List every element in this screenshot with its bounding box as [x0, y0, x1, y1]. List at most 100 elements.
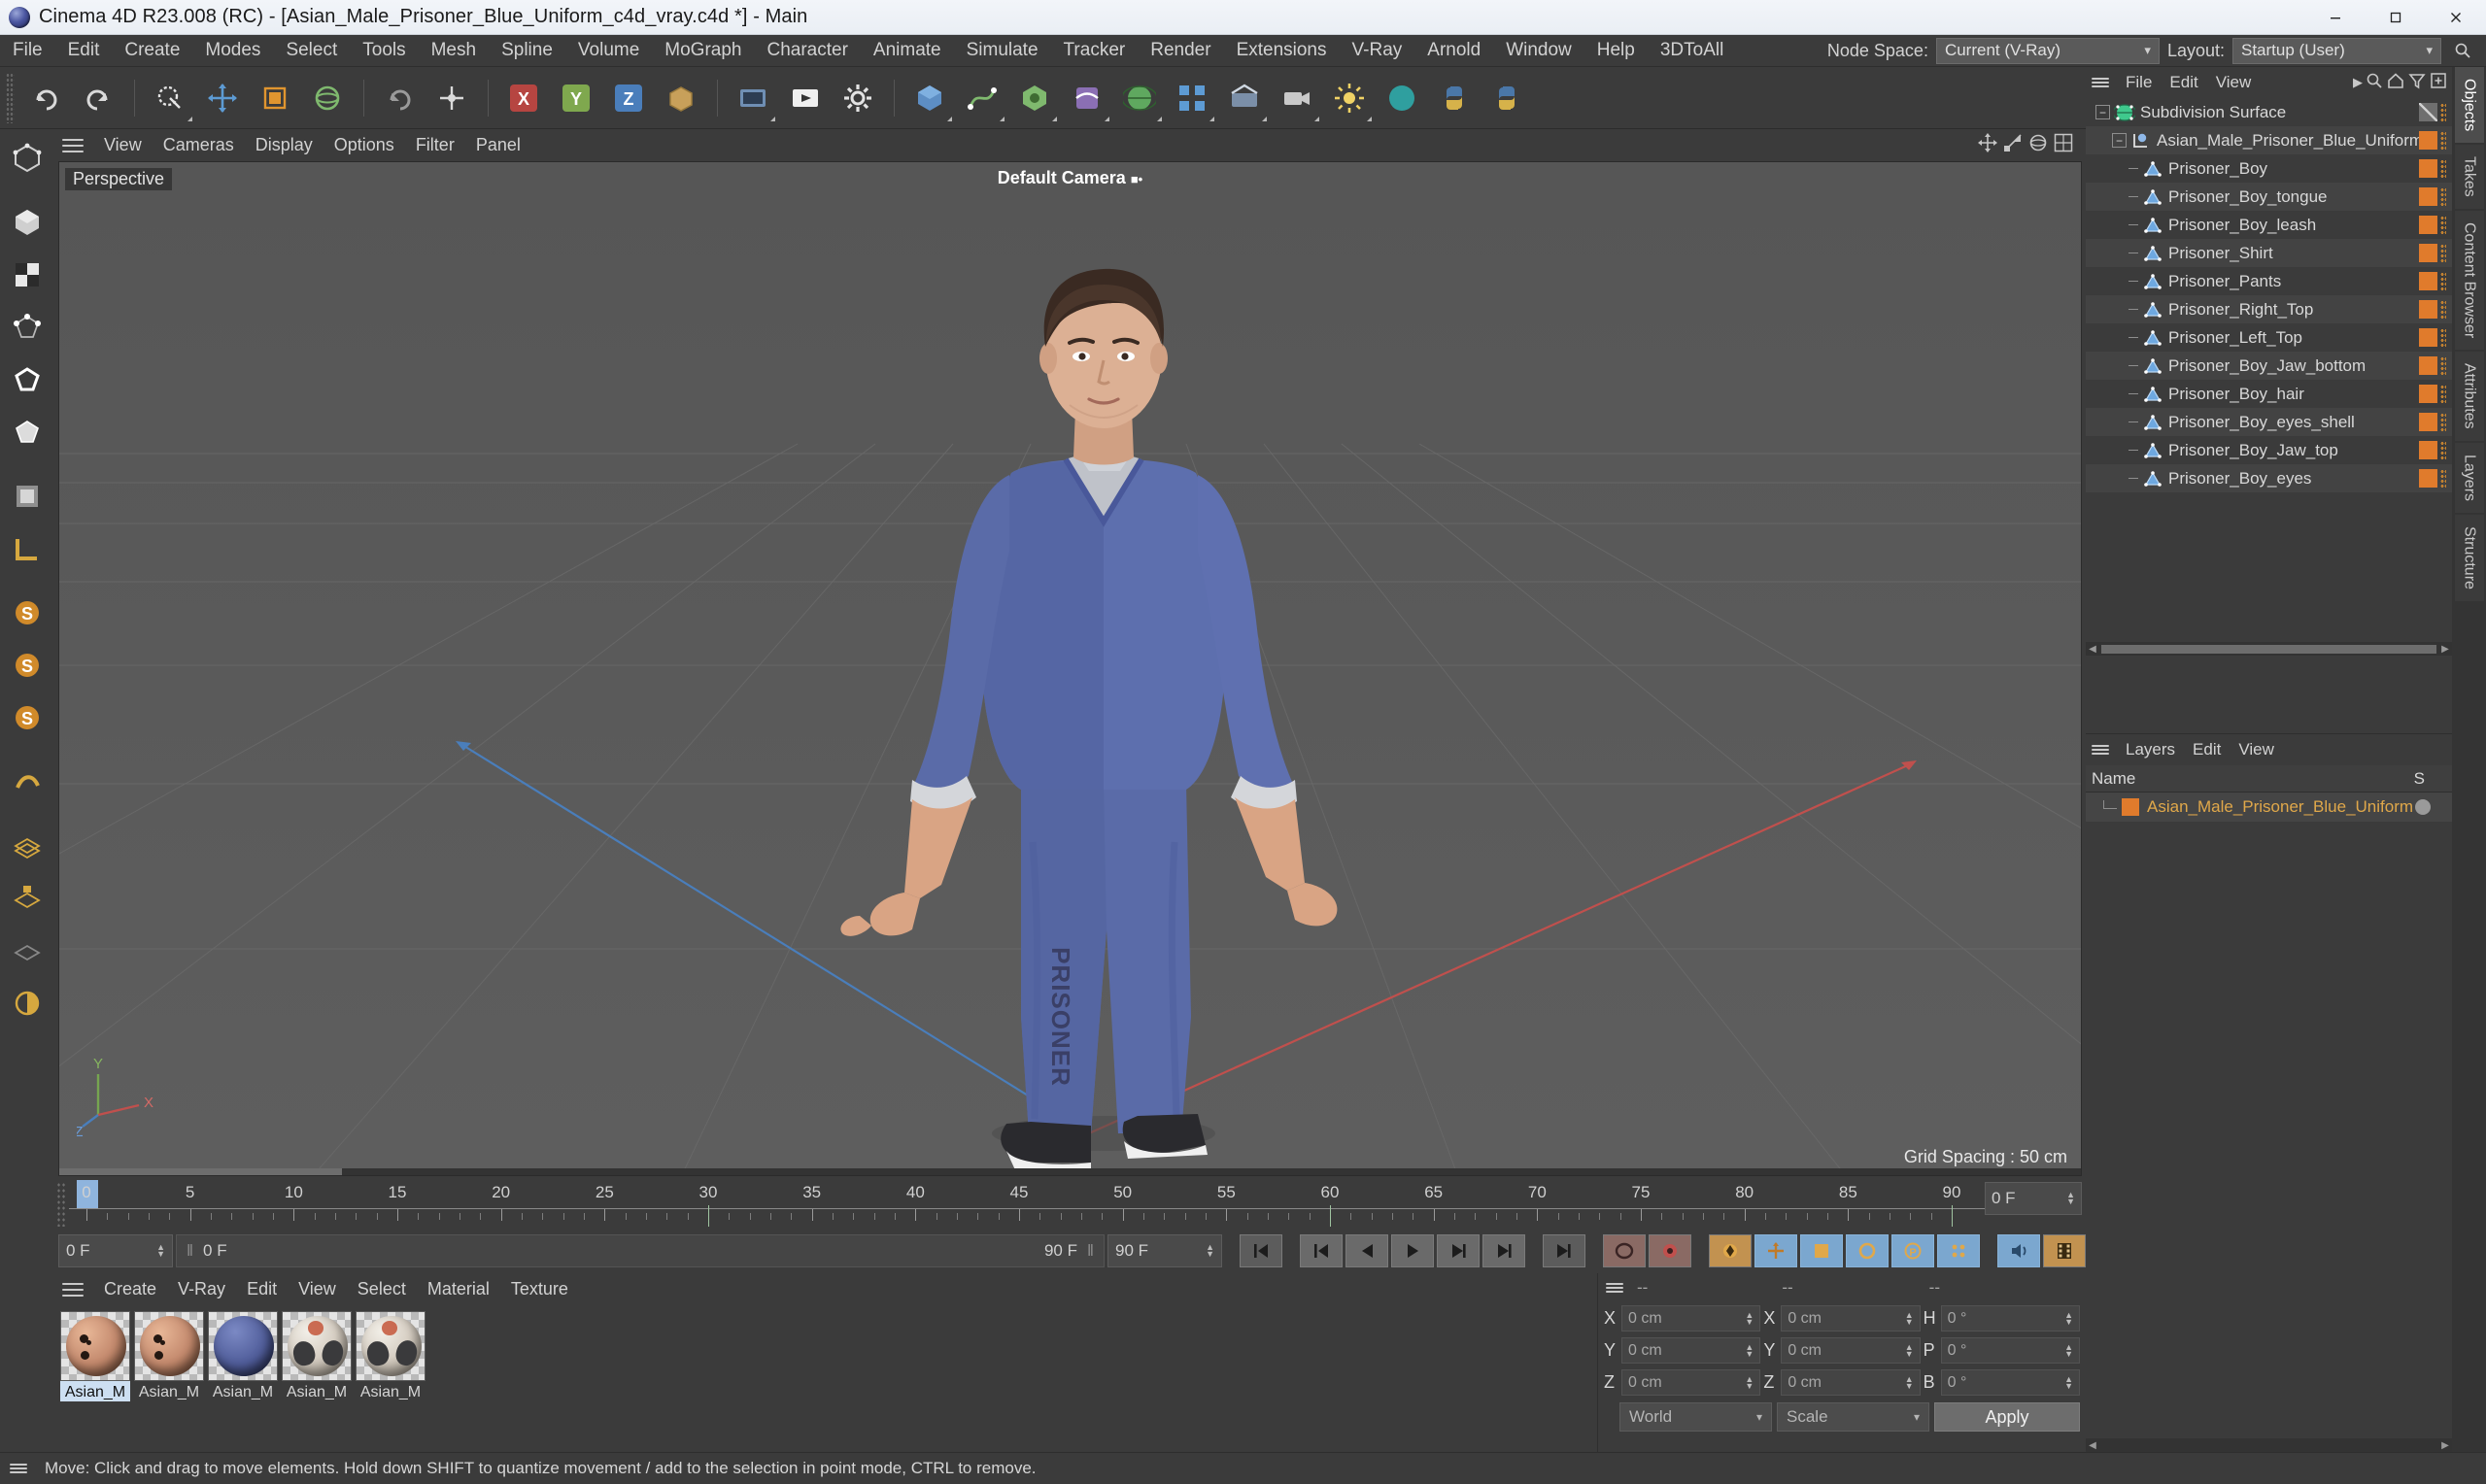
- display-tag-icon[interactable]: [2419, 103, 2437, 121]
- position-key-button[interactable]: [1754, 1234, 1797, 1267]
- spinner-icon[interactable]: ▲ ▼: [1206, 1243, 1214, 1259]
- layer-row[interactable]: Asian_Male_Prisoner_Blue_Uniform: [2086, 793, 2452, 822]
- toolbar-drag-handle[interactable]: [6, 72, 15, 123]
- move-tool[interactable]: [198, 74, 247, 122]
- live-selection-tool[interactable]: [146, 74, 194, 122]
- coord-field-position-y[interactable]: 0 cm ▲ ▼: [1621, 1337, 1761, 1364]
- close-button[interactable]: [2426, 0, 2486, 34]
- viewport-solo-button[interactable]: [4, 821, 51, 871]
- object-tree-row[interactable]: Prisoner_Boy_Jaw_top: [2086, 436, 2452, 464]
- menu-v-ray[interactable]: V-Ray: [1340, 36, 1415, 65]
- menu-overflow-icon[interactable]: ▶: [2353, 75, 2363, 90]
- step-back-button[interactable]: [1345, 1234, 1388, 1267]
- material-cell[interactable]: Asian_M: [356, 1311, 426, 1401]
- layout-dropdown[interactable]: Startup (User) ▾: [2232, 37, 2441, 64]
- go-to-end-button[interactable]: [1543, 1234, 1585, 1267]
- material-thumbnail[interactable]: [134, 1311, 204, 1381]
- material-thumbnail[interactable]: [60, 1311, 130, 1381]
- status-menu-icon[interactable]: [8, 1461, 29, 1476]
- object-tree-row[interactable]: Prisoner_Boy_eyes_shell: [2086, 408, 2452, 436]
- points-mode-button[interactable]: [4, 302, 51, 353]
- scroll-left-icon[interactable]: ◀: [2086, 644, 2099, 655]
- material-cell[interactable]: Asian_M: [60, 1311, 130, 1401]
- viewport-solo-off-button[interactable]: [4, 926, 51, 976]
- workplane-lock-button[interactable]: [4, 757, 51, 807]
- add-camera-button[interactable]: [1273, 74, 1321, 122]
- vertical-tab-attributes[interactable]: Attributes: [2454, 352, 2484, 441]
- object-tree-row[interactable]: − Asian_Male_Prisoner_Blue_Uniform: [2086, 126, 2452, 154]
- object-tree-row[interactable]: Prisoner_Boy_eyes: [2086, 464, 2452, 492]
- record-active-objects-button[interactable]: [1603, 1234, 1646, 1267]
- material-cell[interactable]: Asian_M: [282, 1311, 352, 1401]
- filter-icon[interactable]: [2407, 71, 2427, 95]
- undo-button[interactable]: [21, 74, 70, 122]
- menu-edit[interactable]: Edit: [55, 36, 113, 65]
- material-menu-material[interactable]: Material: [417, 1276, 500, 1302]
- viewport-display-button[interactable]: [4, 978, 51, 1029]
- add-light-button[interactable]: [1325, 74, 1374, 122]
- object-tree-row[interactable]: Prisoner_Boy_leash: [2086, 211, 2452, 239]
- redo-button[interactable]: [74, 74, 122, 122]
- material-tag-icon[interactable]: [2419, 300, 2437, 319]
- menu-extensions[interactable]: Extensions: [1224, 36, 1340, 65]
- coord-field-rotation-b[interactable]: 0 ° ▲ ▼: [1940, 1369, 2080, 1396]
- tree-expand-toggle[interactable]: −: [2112, 133, 2127, 148]
- coord-field-size-x[interactable]: 0 cm ▲ ▼: [1781, 1305, 1921, 1332]
- spinner-icon[interactable]: ▲ ▼: [2064, 1310, 2073, 1326]
- viewport-menu-display[interactable]: Display: [245, 132, 324, 158]
- material-tag-icon[interactable]: [2419, 385, 2437, 403]
- render-to-picture-viewer-button[interactable]: [781, 74, 830, 122]
- viewport-menu-cameras[interactable]: Cameras: [153, 132, 245, 158]
- material-tag-icon[interactable]: [2419, 244, 2437, 262]
- timeline-drag-handle[interactable]: [56, 1182, 66, 1227]
- scale-key-button[interactable]: [1800, 1234, 1843, 1267]
- object-tree-row[interactable]: Prisoner_Boy_hair: [2086, 380, 2452, 408]
- spinner-icon[interactable]: ▲ ▼: [2064, 1342, 2073, 1358]
- film-strip-button[interactable]: [2043, 1234, 2086, 1267]
- apply-button[interactable]: Apply: [1934, 1402, 2080, 1432]
- material-tag-icon[interactable]: [2419, 413, 2437, 431]
- material-tag-icon[interactable]: [2419, 272, 2437, 290]
- viewport-hscrollbar[interactable]: [59, 1168, 2081, 1175]
- layers-menu-view[interactable]: View: [2230, 737, 2283, 762]
- material-tag-icon[interactable]: [2419, 328, 2437, 347]
- end-frame-field[interactable]: 90 F ▲ ▼: [1107, 1234, 1222, 1267]
- home-icon[interactable]: [2386, 71, 2405, 95]
- workplane-button[interactable]: [4, 523, 51, 574]
- object-tree-row[interactable]: Prisoner_Left_Top: [2086, 323, 2452, 352]
- add-generator-button[interactable]: [1010, 74, 1059, 122]
- model-mode-button[interactable]: [4, 197, 51, 248]
- viewport-solo-single-button[interactable]: [4, 873, 51, 924]
- material-menu-edit[interactable]: Edit: [236, 1276, 288, 1302]
- menu-spline[interactable]: Spline: [489, 36, 565, 65]
- python-generator-button[interactable]: [1482, 74, 1531, 122]
- autokeying-button[interactable]: [1649, 1234, 1691, 1267]
- layers-hscrollbar[interactable]: ◀ ▶: [2086, 1438, 2452, 1452]
- vertical-tab-layers[interactable]: Layers: [2454, 442, 2484, 513]
- coordinate-system-button[interactable]: [657, 74, 705, 122]
- spinner-icon[interactable]: ▲ ▼: [2066, 1191, 2075, 1206]
- perspective-viewport[interactable]: PRISONER Perspective Default Camera ■• G…: [58, 161, 2082, 1176]
- add-spline-button[interactable]: [958, 74, 1006, 122]
- coord-field-size-z[interactable]: 0 cm ▲ ▼: [1781, 1369, 1921, 1396]
- coord-field-position-x[interactable]: 0 cm ▲ ▼: [1621, 1305, 1761, 1332]
- material-menu-v-ray[interactable]: V-Ray: [167, 1276, 236, 1302]
- material-menu-texture[interactable]: Texture: [500, 1276, 579, 1302]
- add-mograph-button[interactable]: [1168, 74, 1216, 122]
- size-mode-dropdown[interactable]: Scale ▾: [1777, 1402, 1929, 1432]
- z-axis-lock-button[interactable]: Z: [604, 74, 653, 122]
- rotate-view-icon[interactable]: [2027, 132, 2049, 158]
- material-tag-icon[interactable]: [2419, 216, 2437, 234]
- object-menu-view[interactable]: View: [2207, 70, 2261, 95]
- layers-menu-layers[interactable]: Layers: [2117, 737, 2184, 762]
- snap-quantize-button[interactable]: S: [4, 692, 51, 743]
- menu-character[interactable]: Character: [754, 36, 860, 65]
- menu-3dtoall[interactable]: 3DToAll: [1648, 36, 1736, 65]
- go-to-start-button[interactable]: [1240, 1234, 1282, 1267]
- menu-animate[interactable]: Animate: [861, 36, 954, 65]
- vertical-tab-objects[interactable]: Objects: [2454, 67, 2484, 144]
- edges-mode-button[interactable]: [4, 354, 51, 405]
- object-tree-row[interactable]: Prisoner_Shirt: [2086, 239, 2452, 267]
- timeline-current-frame-field[interactable]: 0 F ▲ ▼: [1985, 1182, 2082, 1215]
- material-menu-select[interactable]: Select: [347, 1276, 417, 1302]
